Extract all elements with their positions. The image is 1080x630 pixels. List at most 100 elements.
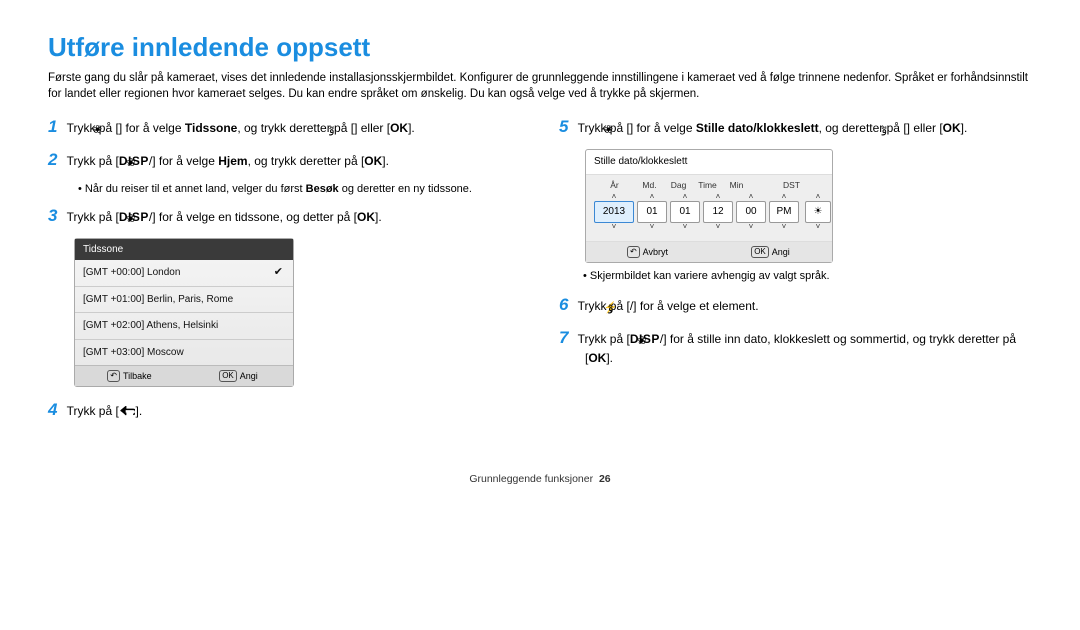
dt-label: Md. — [635, 180, 664, 191]
dt-month-value: 01 — [637, 201, 667, 223]
dt-col-year[interactable]: ˄ 2013 ˅ — [594, 193, 634, 231]
bullet-bold: Besøk — [306, 183, 339, 195]
bullet-pre: Når du reiser til et annet land, velger … — [85, 183, 306, 195]
dt-col-month[interactable]: ˄ 01 ˅ — [637, 193, 667, 231]
dt-labels: År Md. Dag Time Min DST — [594, 180, 824, 193]
button-label: Angi — [240, 370, 258, 382]
page-footer: Grunnleggende funksjoner 26 — [48, 472, 1032, 486]
footer-page-number: 26 — [599, 473, 611, 485]
back-icon: ↶ — [627, 246, 640, 259]
chevron-down-icon[interactable]: ˅ — [816, 223, 821, 231]
step-text: , og trykk deretter på [ — [237, 121, 354, 135]
ok-icon: OK — [751, 246, 769, 259]
chevron-down-icon[interactable]: ˅ — [612, 223, 617, 231]
footer-section: Grunnleggende funksjoner — [469, 473, 593, 485]
step-text: , og deretter på [ — [819, 121, 907, 135]
dt-label: Time — [693, 180, 722, 191]
step-bold: Hjem — [218, 154, 247, 168]
step-text: ] for å velge en tidssone, og detter på … — [152, 210, 357, 224]
step-text: ] for å velge — [152, 154, 218, 168]
step-2: 2 Trykk på [DISP/❀] for å velge Hjem, og… — [48, 149, 521, 172]
step-2-bullet: • Når du reiser til et annet land, velge… — [48, 182, 521, 197]
angi-button[interactable]: OKAngi — [709, 242, 832, 263]
chevron-up-icon[interactable]: ˄ — [683, 193, 688, 201]
step-4: 4 Trykk på []. — [48, 399, 521, 422]
back-button[interactable]: ↶Tilbake — [75, 366, 184, 386]
dt-label: År — [594, 180, 635, 191]
dt-label: Dag — [664, 180, 693, 191]
step-text: Trykk på [ — [67, 154, 119, 168]
chevron-up-icon[interactable]: ˄ — [612, 193, 617, 201]
chevron-down-icon[interactable]: ˅ — [716, 223, 721, 231]
intro-text: Første gang du slår på kameraet, vises d… — [48, 71, 1032, 102]
dt-title: Stille dato/klokkeslett — [586, 150, 832, 175]
right-column: 5 Trykk på [❀] for å velge Stille dato/k… — [559, 116, 1032, 432]
step-6: 6 Trykk på [⚡/ٷ] for å velge et element. — [559, 294, 1032, 317]
ok-icon: OK — [364, 154, 382, 168]
dt-col-hour[interactable]: ˄ 12 ˅ — [703, 193, 733, 231]
angi-button[interactable]: OKAngi — [184, 366, 293, 386]
step-text: Trykk på [ — [67, 210, 119, 224]
tz-row[interactable]: [GMT +02:00] Athens, Helsinki — [75, 313, 293, 340]
chevron-up-icon[interactable]: ˄ — [650, 193, 655, 201]
button-label: Tilbake — [123, 370, 152, 382]
step-text: Trykk på [ — [67, 404, 119, 418]
chevron-up-icon[interactable]: ˄ — [816, 193, 821, 201]
step-text: ]. — [408, 121, 415, 135]
chevron-down-icon[interactable]: ˅ — [749, 223, 754, 231]
dt-col-dst[interactable]: ˄ ☀ ˅ — [805, 193, 831, 231]
chevron-up-icon[interactable]: ˄ — [782, 193, 787, 201]
step-number: 6 — [559, 295, 568, 314]
step-7: 7 Trykk på [DISP/❀] for å stille inn dat… — [559, 327, 1032, 366]
bullet-post: og deretter en ny tidssone. — [339, 183, 472, 195]
dt-col-min[interactable]: ˄ 00 ˅ — [736, 193, 766, 231]
ok-icon: OK — [943, 121, 961, 135]
step-text: ] for å velge — [630, 121, 696, 135]
ok-icon: OK — [357, 210, 375, 224]
tz-row[interactable]: [GMT +00:00] London — [75, 260, 293, 287]
cancel-button[interactable]: ↶Avbryt — [586, 242, 709, 263]
tz-row[interactable]: [GMT +01:00] Berlin, Paris, Rome — [75, 287, 293, 314]
step-3: 3 Trykk på [DISP/❀] for å velge en tidss… — [48, 205, 521, 228]
tz-row[interactable]: [GMT +03:00] Moscow — [75, 340, 293, 366]
step-text: ]. — [382, 154, 389, 168]
tz-title: Tidssone — [75, 239, 293, 261]
back-icon: ↶ — [107, 370, 120, 382]
chevron-down-icon[interactable]: ˅ — [650, 223, 655, 231]
dt-dst-value: ☀ — [805, 201, 831, 223]
dt-hour-value: 12 — [703, 201, 733, 223]
dt-label: Min — [722, 180, 751, 191]
dt-day-value: 01 — [670, 201, 700, 223]
button-label: Avbryt — [643, 246, 668, 258]
step-number: 5 — [559, 117, 568, 136]
step-number: 4 — [48, 400, 57, 419]
chevron-up-icon[interactable]: ˄ — [716, 193, 721, 201]
button-label: Angi — [772, 246, 790, 258]
step-text: ]. — [375, 210, 382, 224]
ok-icon: OK — [588, 351, 606, 365]
timezone-screen: Tidssone [GMT +00:00] London [GMT +01:00… — [74, 238, 521, 388]
step-text: ] for å velge et element. — [633, 299, 758, 313]
step-number: 1 — [48, 117, 57, 136]
step-text: ] eller [ — [354, 121, 390, 135]
step-text: Trykk på [ — [578, 332, 630, 346]
dt-col-ampm[interactable]: ˄ PM ˅ — [769, 193, 799, 231]
step-5: 5 Trykk på [❀] for å velge Stille dato/k… — [559, 116, 1032, 139]
step-number: 2 — [48, 150, 57, 169]
step-text: ] for å velge — [119, 121, 185, 135]
step-number: 7 — [559, 328, 568, 347]
chevron-up-icon[interactable]: ˄ — [749, 193, 754, 201]
step-bold: Tidssone — [185, 121, 237, 135]
dt-note: • Skjermbildet kan variere avhengig av v… — [559, 269, 1032, 284]
step-text: ] eller [ — [907, 121, 943, 135]
step-text: ]. — [961, 121, 968, 135]
ok-icon: OK — [390, 121, 408, 135]
step-text: , og trykk deretter på [ — [248, 154, 365, 168]
dt-col-day[interactable]: ˄ 01 ˅ — [670, 193, 700, 231]
chevron-down-icon[interactable]: ˅ — [683, 223, 688, 231]
dt-min-value: 00 — [736, 201, 766, 223]
step-1: 1 Trykk på [❀] for å velge Tidssone, og … — [48, 116, 521, 139]
chevron-down-icon[interactable]: ˅ — [782, 223, 787, 231]
step-text: ]. — [135, 404, 142, 418]
dt-label: DST — [780, 180, 803, 191]
